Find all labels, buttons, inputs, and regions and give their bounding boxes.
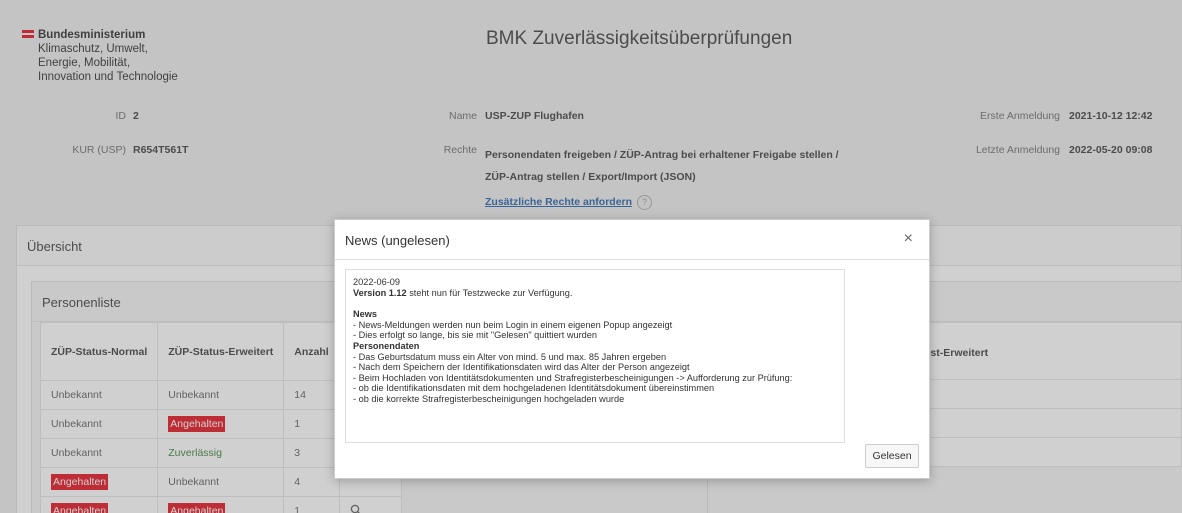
news-dialog: News (ungelesen) × 2022-06-09 Version 1.… [334,219,930,479]
personendaten-item: - ob die Identifikationsdaten mit dem ho… [353,383,715,394]
personendaten-item: - ob die korrekte Strafregisterbescheini… [353,393,625,404]
personendaten-heading: Personendaten [353,340,420,351]
personendaten-item: - Beim Hochladen von Identitätsdokumente… [353,372,793,383]
close-icon[interactable]: × [904,230,913,248]
personendaten-item: - Nach dem Speichern der Identifikations… [353,362,690,373]
personendaten-item: - Das Geburtsdatum muss ein Alter von mi… [353,351,667,362]
version-text: steht nun für Testzwecke zur Verfügung. [406,287,573,298]
news-heading: News [353,309,378,320]
news-version-line: Version 1.12 steht nun für Testzwecke zu… [353,288,837,299]
news-item: - Dies erfolgt so lange, bis sie mit "Ge… [353,330,597,341]
version-label: Version 1.12 [353,287,407,298]
dialog-header: News (ungelesen) × [335,220,929,260]
dialog-title: News (ungelesen) [345,233,450,248]
news-content: 2022-06-09 Version 1.12 steht nun für Te… [345,269,845,443]
news-date: 2022-06-09 [353,277,400,287]
gelesen-button[interactable]: Gelesen [865,444,919,468]
news-item: - News-Meldungen werden nun beim Login i… [353,319,673,330]
